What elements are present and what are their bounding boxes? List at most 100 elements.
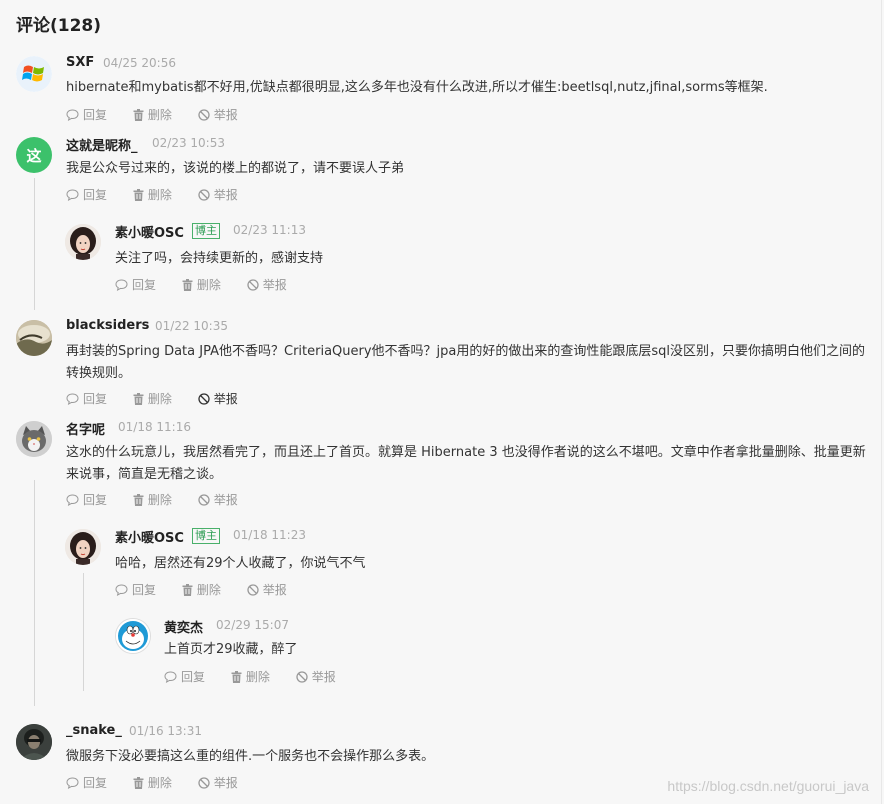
reply-button[interactable]: 回复: [66, 390, 107, 407]
comment-author[interactable]: _snake_: [66, 723, 122, 738]
avatar[interactable]: [16, 56, 52, 92]
thread-line: [34, 480, 35, 706]
reply-icon: [115, 583, 128, 596]
comment-time: 01/18 11:16: [118, 420, 191, 434]
comment-time: 02/23 10:53: [152, 136, 225, 150]
comment-actions: 回复 删除 举报: [164, 668, 358, 686]
delete-label: 删除: [147, 188, 172, 202]
comment-time: 01/22 10:35: [155, 319, 228, 333]
avatar[interactable]: [115, 618, 151, 654]
comment-actions: 回复 删除 举报: [115, 276, 309, 294]
reply-button[interactable]: 回复: [115, 581, 156, 598]
avatar[interactable]: [16, 320, 52, 356]
report-label: 举报: [213, 188, 238, 202]
avatar[interactable]: [16, 421, 52, 457]
ban-icon: [296, 670, 308, 683]
comment-actions: 回复 删除 举报: [66, 186, 260, 204]
report-label: 举报: [213, 493, 238, 507]
report-button[interactable]: 举报: [198, 774, 238, 791]
author-badge: 博主: [192, 223, 220, 239]
report-button[interactable]: 举报: [198, 491, 238, 508]
delete-button[interactable]: 删除: [182, 276, 221, 293]
trash-icon: [231, 670, 242, 683]
reply-button[interactable]: 回复: [66, 774, 107, 791]
delete-label: 删除: [196, 278, 221, 292]
trash-icon: [133, 108, 144, 121]
comment-author[interactable]: 素小暖OSC: [115, 222, 184, 241]
comment-actions: 回复 删除 举报: [66, 390, 260, 408]
comment-actions: 回复 删除 举报: [115, 581, 309, 599]
report-button[interactable]: 举报: [247, 581, 287, 598]
ban-icon: [198, 493, 210, 506]
comment-text: 这水的什么玩意儿，我居然看完了，而且还上了首页。就算是 Hibernate 3 …: [66, 445, 866, 482]
avatar-initial: 这: [26, 146, 42, 165]
reply-label: 回复: [83, 776, 108, 790]
delete-button[interactable]: 删除: [133, 106, 172, 123]
comment-text: 上首页才29收藏，醉了: [164, 642, 298, 657]
reply-button[interactable]: 回复: [115, 276, 156, 293]
watermark: https://blog.csdn.net/guorui_java: [667, 778, 869, 794]
reply-label: 回复: [132, 278, 157, 292]
report-button[interactable]: 举报: [198, 186, 238, 203]
ban-icon: [198, 188, 210, 201]
report-label: 举报: [262, 278, 287, 292]
avatar[interactable]: [16, 724, 52, 760]
reply-label: 回复: [83, 392, 108, 406]
comment-time: 02/29 15:07: [216, 618, 289, 632]
cat-avatar-icon: [16, 421, 52, 457]
delete-label: 删除: [147, 776, 172, 790]
reply-icon: [115, 278, 128, 291]
comment-time: 02/23 11:13: [233, 223, 306, 237]
reply-button[interactable]: 回复: [66, 491, 107, 508]
comment-text: 关注了吗，会持续更新的，感谢支持: [115, 251, 324, 266]
comment-time: 01/16 13:31: [129, 724, 202, 738]
comment-text: 再封装的Spring Data JPA他不香吗？CriteriaQuery他不香…: [66, 344, 866, 381]
comment-author[interactable]: 黄奕杰: [164, 617, 203, 636]
soldier-avatar-icon: [16, 724, 52, 760]
comment-actions: 回复 删除 举报: [66, 774, 260, 792]
reply-button[interactable]: 回复: [66, 106, 107, 123]
report-button[interactable]: 举报: [198, 390, 238, 407]
report-button[interactable]: 举报: [198, 106, 238, 123]
report-label: 举报: [213, 776, 238, 790]
comment-text: 哈哈，居然还有29个人收藏了，你说气不气: [115, 556, 366, 571]
comment-text: 微服务下没必要搞这么重的组件.一个服务也不会操作那么多表。: [66, 749, 435, 764]
comment-author[interactable]: 名字呢: [66, 419, 105, 438]
report-label: 举报: [311, 670, 336, 684]
delete-button[interactable]: 删除: [133, 186, 172, 203]
delete-button[interactable]: 删除: [231, 668, 270, 685]
report-button[interactable]: 举报: [296, 668, 336, 685]
trash-icon: [182, 278, 193, 291]
report-button[interactable]: 举报: [247, 276, 287, 293]
delete-button[interactable]: 删除: [133, 390, 172, 407]
comment-author[interactable]: 这就是昵称_: [66, 135, 138, 154]
reply-label: 回复: [83, 108, 108, 122]
doraemon-avatar-icon: [116, 619, 150, 653]
delete-label: 删除: [196, 583, 221, 597]
ban-icon: [198, 776, 210, 789]
delete-button[interactable]: 删除: [133, 491, 172, 508]
reply-icon: [66, 493, 79, 506]
delete-label: 删除: [245, 670, 270, 684]
comment-author[interactable]: blacksiders: [66, 318, 149, 333]
windows-logo-icon: [16, 56, 52, 92]
comment-actions: 回复 删除 举报: [66, 491, 260, 509]
avatar[interactable]: [65, 224, 101, 260]
comment-author[interactable]: 素小暖OSC: [115, 527, 184, 546]
comment-text: hibernate和mybatis都不好用,优缺点都很明显,这么多年也没有什么改…: [66, 80, 768, 95]
thread-line: [34, 178, 35, 310]
reply-button[interactable]: 回复: [164, 668, 205, 685]
delete-button[interactable]: 删除: [133, 774, 172, 791]
avatar[interactable]: [65, 529, 101, 565]
avatar[interactable]: 这: [16, 137, 52, 173]
delete-button[interactable]: 删除: [182, 581, 221, 598]
delete-label: 删除: [147, 108, 172, 122]
comment-text: 我是公众号过来的，该说的楼上的都说了，请不要误人子弟: [66, 161, 405, 176]
reply-icon: [164, 670, 177, 683]
reply-button[interactable]: 回复: [66, 186, 107, 203]
comment-author[interactable]: SXF: [66, 55, 94, 70]
comment-time: 01/18 11:23: [233, 528, 306, 542]
report-label: 举报: [262, 583, 287, 597]
portrait-avatar-icon: [65, 529, 101, 565]
portrait-avatar-icon: [65, 224, 101, 260]
